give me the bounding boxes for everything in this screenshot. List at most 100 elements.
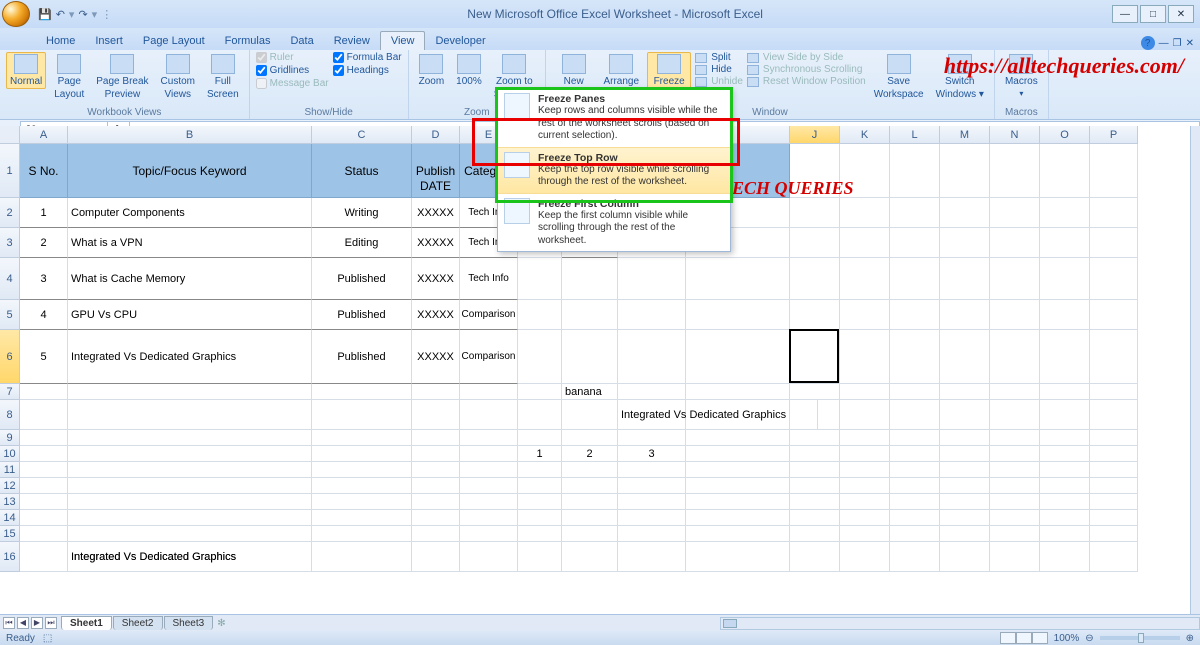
cell-M5[interactable] (940, 300, 990, 330)
cell-M14[interactable] (940, 510, 990, 526)
cell-K15[interactable] (840, 526, 890, 542)
cell-C1[interactable]: Status (312, 144, 412, 198)
cell-L1[interactable] (890, 144, 940, 198)
cell-L8[interactable] (890, 400, 940, 430)
cell-L3[interactable] (890, 228, 940, 258)
col-header-J[interactable]: J (790, 126, 840, 144)
zoom-button[interactable]: Zoom (415, 52, 449, 89)
cell-B13[interactable] (68, 494, 312, 510)
cell-N14[interactable] (990, 510, 1040, 526)
cell-O1[interactable] (1040, 144, 1090, 198)
cell-I15[interactable] (686, 526, 790, 542)
cell-O8[interactable] (1040, 400, 1090, 430)
tab-review[interactable]: Review (324, 32, 380, 50)
cell-O15[interactable] (1040, 526, 1090, 542)
sheet-nav-first-icon[interactable]: ⏮ (3, 617, 15, 629)
cell-O6[interactable] (1040, 330, 1090, 384)
tab-developer[interactable]: Developer (425, 32, 495, 50)
cell-H4[interactable] (618, 258, 686, 300)
cell-F10[interactable]: 1 (518, 446, 562, 462)
row-header-14[interactable]: 14 (0, 510, 20, 526)
cell-H13[interactable] (618, 494, 686, 510)
cell-I10[interactable] (686, 446, 790, 462)
col-header-B[interactable]: B (68, 126, 312, 144)
save-ws-button[interactable]: SaveWorkspace (870, 52, 928, 102)
cell-J12[interactable] (790, 478, 840, 494)
cell-H9[interactable] (618, 430, 686, 446)
cell-F7[interactable] (518, 384, 562, 400)
cell-P15[interactable] (1090, 526, 1138, 542)
cell-N13[interactable] (990, 494, 1040, 510)
cell-C13[interactable] (312, 494, 412, 510)
cell-H6[interactable] (618, 330, 686, 384)
cell-F8[interactable] (518, 400, 562, 430)
zoom-level[interactable]: 100% (1054, 633, 1080, 644)
cell-N10[interactable] (990, 446, 1040, 462)
row-header-1[interactable]: 1 (0, 144, 20, 198)
cell-L10[interactable] (890, 446, 940, 462)
cell-A13[interactable] (20, 494, 68, 510)
cell-J11[interactable] (790, 462, 840, 478)
row-header-10[interactable]: 10 (0, 446, 20, 462)
cell-N11[interactable] (990, 462, 1040, 478)
cell-C11[interactable] (312, 462, 412, 478)
cell-P1[interactable] (1090, 144, 1138, 198)
cell-P12[interactable] (1090, 478, 1138, 494)
cell-D11[interactable] (412, 462, 460, 478)
cell-P5[interactable] (1090, 300, 1138, 330)
row-header-13[interactable]: 13 (0, 494, 20, 510)
zoom-out-icon[interactable]: ⊖ (1085, 633, 1093, 644)
cell-L5[interactable] (890, 300, 940, 330)
vertical-scrollbar[interactable] (1190, 126, 1200, 614)
cell-D8[interactable] (412, 400, 460, 430)
cell-K6[interactable] (840, 330, 890, 384)
cell-C6[interactable]: Published (312, 330, 412, 384)
cell-D16[interactable] (412, 542, 460, 572)
tab-insert[interactable]: Insert (85, 32, 133, 50)
cell-P14[interactable] (1090, 510, 1138, 526)
cell-N3[interactable] (990, 228, 1040, 258)
doc-minimize-icon[interactable]: — (1159, 38, 1169, 49)
cell-P8[interactable] (1090, 400, 1138, 430)
cell-I12[interactable] (686, 478, 790, 494)
cell-H8[interactable]: Integrated Vs Dedicated Graphics (618, 400, 818, 430)
cell-B15[interactable] (68, 526, 312, 542)
cell-K3[interactable] (840, 228, 890, 258)
page-break-view-icon[interactable] (1032, 632, 1048, 644)
row-header-7[interactable]: 7 (0, 384, 20, 400)
cell-E4[interactable]: Tech Info (460, 258, 518, 300)
cell-D5[interactable]: XXXXX (412, 300, 460, 330)
cell-C2[interactable]: Writing (312, 198, 412, 228)
cell-C15[interactable] (312, 526, 412, 542)
page-layout-view-icon[interactable] (1016, 632, 1032, 644)
cell-N4[interactable] (990, 258, 1040, 300)
cell-F11[interactable] (518, 462, 562, 478)
undo-icon[interactable]: ↶ (56, 8, 65, 21)
cell-M9[interactable] (940, 430, 990, 446)
cell-N15[interactable] (990, 526, 1040, 542)
cell-B1[interactable]: Topic/Focus Keyword (68, 144, 312, 198)
cell-K13[interactable] (840, 494, 890, 510)
col-header-A[interactable]: A (20, 126, 68, 144)
cell-L7[interactable] (890, 384, 940, 400)
tab-home[interactable]: Home (36, 32, 85, 50)
cell-F14[interactable] (518, 510, 562, 526)
cell-O12[interactable] (1040, 478, 1090, 494)
cell-P3[interactable] (1090, 228, 1138, 258)
row-header-5[interactable]: 5 (0, 300, 20, 330)
cell-D15[interactable] (412, 526, 460, 542)
col-header-L[interactable]: L (890, 126, 940, 144)
cell-J10[interactable] (790, 446, 840, 462)
cell-C9[interactable] (312, 430, 412, 446)
cell-G5[interactable] (562, 300, 618, 330)
cell-N5[interactable] (990, 300, 1040, 330)
cell-A11[interactable] (20, 462, 68, 478)
cell-N12[interactable] (990, 478, 1040, 494)
checkbox-headings[interactable]: Headings (333, 65, 402, 76)
col-header-M[interactable]: M (940, 126, 990, 144)
maximize-button[interactable]: □ (1140, 5, 1166, 23)
window-split[interactable]: Split (695, 52, 743, 63)
cell-J7[interactable] (790, 384, 840, 400)
cell-A10[interactable] (20, 446, 68, 462)
cell-I11[interactable] (686, 462, 790, 478)
